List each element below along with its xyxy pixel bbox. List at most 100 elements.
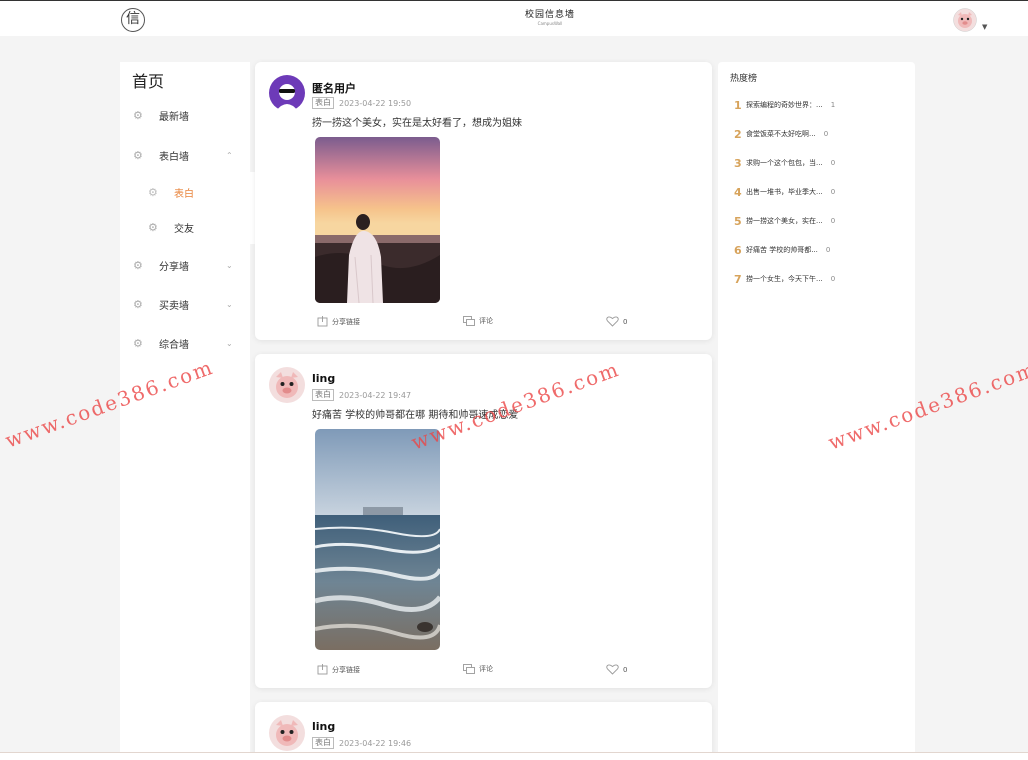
hot-list-item[interactable]: 3 求购一个这个包包，当... 0 (734, 156, 909, 170)
user-avatar[interactable] (953, 8, 977, 32)
hot-list-item[interactable]: 5 捞一捞这个美女，实在... 0 (734, 214, 909, 228)
hot-count: 0 (830, 159, 836, 167)
avatar[interactable] (269, 715, 305, 751)
comment-label: 评论 (479, 665, 493, 673)
sidebar-item-label: 表白墙 (159, 151, 189, 163)
hot-count: 0 (830, 188, 836, 196)
site-logo[interactable]: 信 (121, 8, 145, 32)
post-image[interactable] (315, 429, 440, 650)
comment-icon (463, 316, 475, 326)
avatar[interactable] (269, 75, 305, 111)
bottom-bar (0, 752, 1028, 760)
hot-rank: 5 (734, 214, 742, 228)
hot-text: 捞一捞这个美女，实在... (746, 217, 823, 225)
post-tag[interactable]: 表白 (312, 97, 334, 109)
sidebar-item-general-wall[interactable]: ⚙ 综合墙 ⌄ (120, 332, 250, 354)
gear-icon: ⚙ (133, 258, 143, 272)
sidebar-item-label: 最新墙 (159, 111, 189, 123)
sidebar-item-friends[interactable]: ⚙ 交友 (120, 216, 250, 238)
hot-text: 求购一个这个包包，当... (746, 159, 823, 167)
post-author[interactable]: ling (312, 372, 335, 385)
avatar[interactable] (269, 367, 305, 403)
hot-rank: 7 (734, 272, 742, 286)
brand[interactable]: 校园信息墙 CampusWall (500, 7, 600, 26)
share-icon (317, 316, 328, 327)
hot-text: 出售一堆书，毕业季大... (746, 188, 823, 196)
hot-count: 0 (830, 275, 836, 283)
gear-icon: ⚙ (133, 297, 143, 311)
share-link-button[interactable]: 分享链接 (317, 664, 360, 675)
hot-count: 1 (830, 101, 836, 109)
brand-title: 校园信息墙 (524, 10, 575, 20)
share-icon (317, 664, 328, 675)
hot-text: 食堂饭菜不太好吃啊... (746, 130, 816, 138)
chevron-down-icon: ⌄ (226, 338, 233, 348)
chevron-up-icon: ⌃ (226, 150, 233, 160)
sidebar-item-trade-wall[interactable]: ⚙ 买卖墙 ⌄ (120, 293, 250, 315)
like-button[interactable]: 0 (606, 664, 627, 675)
sidebar-item-label: 买卖墙 (159, 300, 189, 312)
post-time: 2023-04-22 19:46 (339, 738, 412, 748)
hot-text: 捞一个女生，今天下午... (746, 275, 823, 283)
hot-rank: 6 (734, 243, 742, 257)
hot-text: 探索编程的奇妙世界：... (746, 101, 823, 109)
hot-text: 好痛苦 学校的帅哥都... (746, 246, 818, 254)
comment-button[interactable]: 评论 (463, 316, 493, 326)
heart-icon (606, 664, 619, 675)
post-image[interactable] (315, 137, 440, 303)
sidebar-item-label: 分享墙 (159, 261, 189, 273)
post-actions: 分享链接 评论 0 (255, 664, 712, 678)
share-label: 分享链接 (332, 317, 360, 326)
hot-list-item[interactable]: 2 食堂饭菜不太好吃啊... 0 (734, 127, 909, 141)
hot-rank: 3 (734, 156, 742, 170)
post-actions: 分享链接 评论 0 (255, 316, 712, 330)
gear-icon: ⚙ (133, 336, 143, 350)
sidebar-item-confession[interactable]: ⚙ 表白 (120, 181, 250, 203)
post-content: 捞一捞这个美女，实在是太好看了，想成为姐妹 (312, 118, 522, 129)
heart-icon (606, 316, 619, 327)
share-label: 分享链接 (332, 665, 360, 674)
post-author[interactable]: ling (312, 720, 335, 733)
hot-rank: 1 (734, 98, 742, 112)
post-tag[interactable]: 表白 (312, 389, 334, 401)
share-link-button[interactable]: 分享链接 (317, 316, 360, 327)
hot-count: 0 (830, 217, 836, 225)
sidebar-item-share-wall[interactable]: ⚙ 分享墙 ⌄ (120, 254, 250, 276)
post-tag[interactable]: 表白 (312, 737, 334, 749)
gear-icon: ⚙ (133, 148, 143, 162)
hot-list-item[interactable]: 6 好痛苦 学校的帅哥都... 0 (734, 243, 909, 257)
like-count: 0 (623, 317, 628, 326)
hot-count: 0 (823, 130, 829, 138)
gear-icon: ⚙ (148, 220, 158, 234)
post-time: 2023-04-22 19:50 (339, 98, 412, 108)
post-time: 2023-04-22 19:47 (339, 390, 412, 400)
sidebar-item-label: 表白 (174, 188, 194, 200)
hot-list-item[interactable]: 7 捞一个女生，今天下午... 0 (734, 272, 909, 286)
hot-list-item[interactable]: 1 探索编程的奇妙世界：... 1 (734, 98, 909, 112)
gear-icon: ⚙ (133, 108, 143, 122)
sidebar-item-confession-wall[interactable]: ⚙ 表白墙 ⌃ (120, 144, 250, 166)
post-author[interactable]: 匿名用户 (312, 80, 356, 96)
hot-count: 0 (825, 246, 831, 254)
sidebar-item-label: 交友 (174, 223, 194, 235)
top-header: 信 校园信息墙 CampusWall ▼ (0, 0, 1028, 36)
chevron-down-icon: ⌄ (226, 299, 233, 309)
sidebar-item-label: 综合墙 (159, 339, 189, 351)
comment-label: 评论 (479, 317, 493, 325)
sidebar: 首页 (120, 62, 250, 760)
comment-button[interactable]: 评论 (463, 664, 493, 674)
post-card: 匿名用户 表白 2023-04-22 19:50 捞一捞这个美女，实在是太好看了… (255, 62, 712, 340)
post-meta: 表白 2023-04-22 19:50 (312, 97, 411, 109)
like-count: 0 (623, 665, 628, 674)
gear-icon: ⚙ (148, 185, 158, 199)
hot-rank: 4 (734, 185, 742, 199)
sidebar-item-latest[interactable]: ⚙ 最新墙 (120, 104, 250, 126)
comment-icon (463, 664, 475, 674)
like-button[interactable]: 0 (606, 316, 627, 327)
sidebar-title[interactable]: 首页 (132, 68, 164, 92)
hot-list-item[interactable]: 4 出售一堆书，毕业季大... 0 (734, 185, 909, 199)
brand-subtitle: CampusWall (537, 21, 563, 26)
post-meta: 表白 2023-04-22 19:46 (312, 737, 411, 749)
hot-list-title: 热度榜 (730, 74, 758, 84)
chevron-down-icon[interactable]: ▼ (982, 23, 987, 31)
